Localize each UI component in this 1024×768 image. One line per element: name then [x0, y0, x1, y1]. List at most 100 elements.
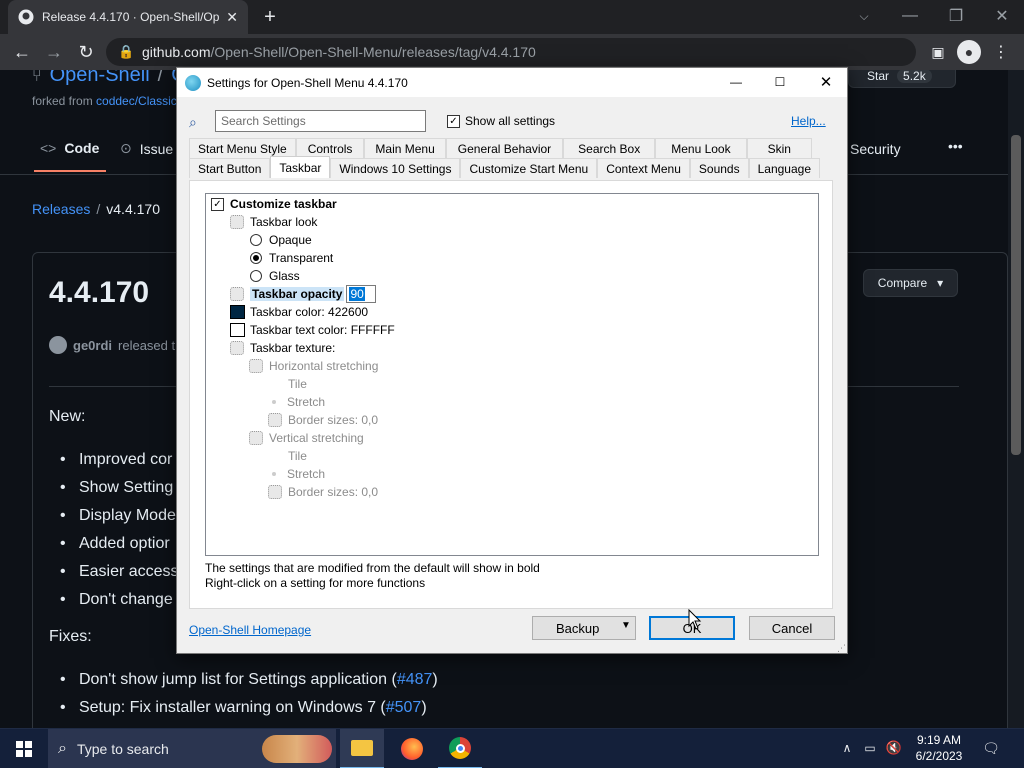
issue-link[interactable]: #487: [397, 671, 433, 688]
tree-item-horizontal-stretching[interactable]: Horizontal stretching: [249, 357, 378, 375]
tab-general-behavior[interactable]: General Behavior: [445, 138, 564, 158]
new-tab-button[interactable]: +: [258, 5, 282, 29]
dialog-minimize-button[interactable]: —: [724, 70, 748, 94]
tab-windows-10-settings[interactable]: Windows 10 Settings: [330, 158, 461, 178]
settings-tree[interactable]: ✓ Customize taskbar Taskbar look Opaque …: [205, 193, 819, 556]
tab-issues[interactable]: ⊙ Issue: [120, 140, 173, 157]
tree-item-taskbar-text-color[interactable]: Taskbar text color: FFFFFF: [230, 321, 395, 339]
tab-search-chevron-icon[interactable]: ⌵: [852, 4, 876, 28]
tree-item-vertical-stretching[interactable]: Vertical stretching: [249, 429, 364, 447]
tab-code-label: Code: [64, 140, 100, 156]
clock-time: 9:19 AM: [916, 733, 962, 747]
notifications-icon[interactable]: 🗨: [980, 737, 1002, 759]
tab-main-menu[interactable]: Main Menu: [364, 138, 446, 158]
tree-item-opaque[interactable]: Opaque: [250, 231, 312, 249]
opaque-radio[interactable]: [250, 234, 262, 246]
opacity-input[interactable]: 90: [346, 285, 377, 303]
radio-dot-icon: [272, 472, 276, 476]
tree-label: Customize taskbar: [230, 197, 337, 211]
chrome-taskbar-icon[interactable]: [438, 729, 482, 768]
tab-start-menu-style[interactable]: Start Menu Style: [189, 138, 296, 158]
resize-grip-icon[interactable]: ⋰: [837, 643, 846, 654]
tree-item-glass[interactable]: Glass: [250, 267, 300, 285]
volume-muted-icon[interactable]: 🔇: [884, 737, 904, 759]
file-explorer-taskbar-icon[interactable]: [340, 729, 384, 768]
browser-tab[interactable]: Release 4.4.170 · Open-Shell/Op ✕: [8, 0, 248, 34]
help-link[interactable]: Help...: [791, 114, 826, 128]
list-item: • Easier access: [60, 563, 179, 580]
author-link[interactable]: ge0rdi: [73, 338, 112, 353]
search-settings-input[interactable]: Search Settings: [215, 110, 426, 132]
reload-icon[interactable]: ↻: [74, 38, 98, 66]
show-all-settings-label: Show all settings: [465, 114, 556, 128]
tray-chevron-up-icon[interactable]: ∧: [838, 737, 856, 759]
tab-customize-start-menu[interactable]: Customize Start Menu: [460, 158, 598, 178]
nav-more-icon[interactable]: •••: [948, 138, 963, 154]
tab-security[interactable]: Security: [850, 141, 901, 157]
tab-menu-look[interactable]: Menu Look: [655, 138, 747, 158]
repo-owner-link[interactable]: Open-Shell: [50, 70, 150, 87]
star-button[interactable]: Star 5.2k: [848, 70, 956, 88]
side-panel-icon[interactable]: ▣: [927, 38, 949, 66]
setting-gear-icon: [249, 431, 263, 445]
address-bar[interactable]: 🔒 github.com/Open-Shell/Open-Shell-Menu/…: [106, 38, 916, 66]
window-close-button[interactable]: ✕: [990, 4, 1014, 28]
dialog-title-bar[interactable]: Settings for Open-Shell Menu 4.4.170 — ☐…: [177, 68, 847, 97]
forward-arrow-icon[interactable]: →: [42, 38, 66, 66]
tree-item-stretch-v[interactable]: Stretch: [268, 465, 325, 483]
list-item: • Setup: Fix installer warning on Window…: [60, 699, 427, 716]
window-restore-button[interactable]: ❐: [944, 4, 968, 28]
issue-link[interactable]: #507: [386, 699, 422, 716]
dialog-title: Settings for Open-Shell Menu 4.4.170: [207, 75, 408, 90]
compare-button[interactable]: Compare ▾: [863, 269, 958, 297]
fixes-heading: Fixes:: [49, 628, 92, 645]
taskbar-search-box[interactable]: ⌕ Type to search: [48, 729, 336, 768]
tab-language[interactable]: Language: [748, 158, 820, 178]
homepage-link[interactable]: Open-Shell Homepage: [189, 623, 311, 637]
tab-skin[interactable]: Skin: [746, 138, 812, 158]
firefox-taskbar-icon[interactable]: [390, 729, 434, 768]
dialog-maximize-button[interactable]: ☐: [768, 70, 792, 94]
tree-item-tile-h[interactable]: Tile: [288, 375, 307, 393]
show-all-settings-checkbox[interactable]: ✓: [447, 114, 460, 128]
tree-item-taskbar-color[interactable]: Taskbar color: 422600: [230, 303, 368, 321]
tree-item-tile-v[interactable]: Tile: [288, 447, 307, 465]
cancel-button[interactable]: Cancel: [749, 616, 835, 640]
dialog-close-button[interactable]: ✕: [814, 70, 838, 94]
tree-item-stretch-h[interactable]: Stretch: [268, 393, 325, 411]
tree-item-customize-taskbar[interactable]: ✓ Customize taskbar: [211, 195, 337, 213]
glass-radio[interactable]: [250, 270, 262, 282]
tree-item-taskbar-opacity[interactable]: Taskbar opacity 90: [230, 285, 377, 303]
window-minimize-button[interactable]: —: [898, 4, 922, 28]
list-item: • Show Setting: [60, 479, 174, 496]
tree-item-border-sizes-h[interactable]: Border sizes: 0,0: [268, 411, 378, 429]
tab-search-box[interactable]: Search Box: [563, 138, 656, 158]
tab-code[interactable]: <> Code: [40, 140, 99, 156]
author-avatar[interactable]: [49, 336, 67, 354]
tab-sounds[interactable]: Sounds: [689, 158, 749, 178]
customize-taskbar-checkbox[interactable]: ✓: [211, 197, 224, 211]
tab-controls[interactable]: Controls: [295, 138, 365, 158]
network-icon[interactable]: ▭: [860, 737, 880, 759]
tree-item-taskbar-texture[interactable]: Taskbar texture:: [230, 339, 335, 357]
transparent-radio[interactable]: [250, 252, 262, 264]
backup-button[interactable]: Backup ▼: [532, 616, 636, 640]
profile-avatar-icon[interactable]: ●: [957, 40, 981, 64]
compare-label: Compare: [877, 276, 928, 290]
back-arrow-icon[interactable]: ←: [10, 38, 34, 66]
tab-context-menu[interactable]: Context Menu: [597, 158, 690, 178]
search-icon: ⌕: [58, 740, 67, 757]
taskbar-clock[interactable]: 9:19 AM 6/2/2023: [908, 732, 970, 764]
windows-start-icon[interactable]: [0, 729, 48, 768]
tab-taskbar[interactable]: Taskbar: [270, 156, 331, 178]
forked-from-link[interactable]: coddec/Classic: [96, 94, 177, 108]
release-title: 4.4.170: [49, 276, 150, 309]
tree-item-border-sizes-v[interactable]: Border sizes: 0,0: [268, 483, 378, 501]
browser-menu-icon[interactable]: ⋮: [990, 38, 1012, 66]
tree-item-taskbar-look[interactable]: Taskbar look: [230, 213, 317, 231]
tab-start-button[interactable]: Start Button: [189, 158, 271, 178]
page-scrollbar-thumb[interactable]: [1011, 135, 1021, 455]
tree-item-transparent[interactable]: Transparent: [250, 249, 333, 267]
breadcrumb-releases[interactable]: Releases: [32, 201, 90, 217]
tab-close-icon[interactable]: ✕: [226, 9, 238, 26]
